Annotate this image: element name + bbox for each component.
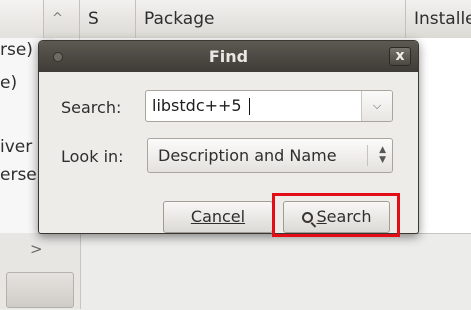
column-installed-label: Installe <box>414 9 471 29</box>
sidebar-item-fragment[interactable]: rse) <box>0 40 33 60</box>
search-label: Search: <box>61 98 122 117</box>
sort-chevron-icon: ^ <box>52 11 63 26</box>
cancel-button-label: Cancel <box>190 207 246 226</box>
column-package-label: Package <box>144 9 215 29</box>
search-input[interactable]: libstdc++5 ⌵ <box>145 90 393 122</box>
sort-indicator[interactable]: ^ <box>43 0 79 38</box>
search-input-value: libstdc++5 <box>152 96 242 115</box>
column-installed-header[interactable]: Installe <box>405 0 471 38</box>
dialog-titlebar[interactable]: Find x <box>39 41 418 72</box>
text-cursor <box>249 98 250 115</box>
chevron-down-icon[interactable]: ⌵ <box>362 91 392 121</box>
column-package-header[interactable]: Package <box>135 0 405 38</box>
highlight-box <box>272 193 400 237</box>
look-in-value: Description and Name <box>158 146 337 165</box>
cancel-button[interactable]: Cancel <box>163 201 273 233</box>
bottom-button[interactable] <box>6 272 74 308</box>
column-status-label: S <box>88 9 99 29</box>
chevron-right-icon[interactable]: > <box>30 240 43 258</box>
sidebar-item-fragment[interactable]: e) <box>0 73 17 93</box>
dialog-title: Find <box>208 47 249 66</box>
package-list-header: ^ S Package Installe <box>0 0 471 39</box>
header-left-cell <box>0 0 43 38</box>
select-divider <box>367 145 368 166</box>
updown-arrows-icon: ▲ ▼ <box>379 145 386 165</box>
look-in-select[interactable]: Description and Name ▲ ▼ <box>147 138 393 173</box>
sidebar-item-fragment[interactable]: erse <box>0 165 37 185</box>
sidebar-item-fragment[interactable]: iver <box>0 137 32 157</box>
close-icon[interactable]: x <box>389 47 411 66</box>
column-status-header[interactable]: S <box>79 0 135 38</box>
look-in-label: Look in: <box>61 147 124 166</box>
